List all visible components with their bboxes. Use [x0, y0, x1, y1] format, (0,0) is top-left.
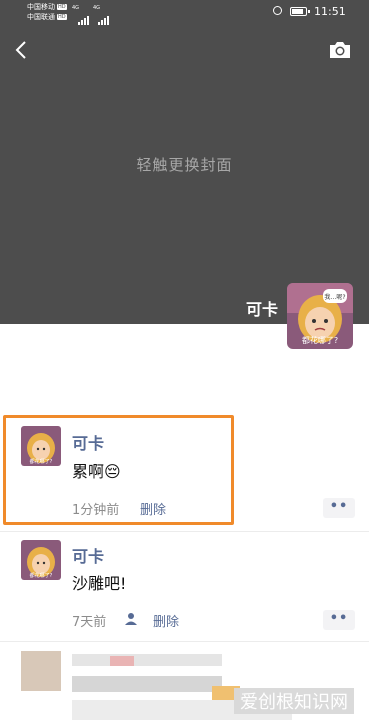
blurred-content: [110, 656, 134, 666]
blurred-content: [72, 676, 222, 692]
delete-link[interactable]: 删除: [140, 499, 166, 518]
carrier-1-label: 中国移动: [27, 3, 55, 11]
camera-icon[interactable]: [328, 40, 352, 60]
change-cover-hint[interactable]: 轻触更换封面: [0, 154, 369, 175]
more-options-button[interactable]: ••: [323, 610, 355, 630]
post-text-content: 累啊: [72, 462, 105, 481]
more-options-button[interactable]: ••: [323, 498, 355, 518]
cartoon-avatar-image: 都花哪了?: [21, 540, 61, 580]
battery-icon: [290, 7, 310, 16]
carrier-1: 中国移动 HD: [27, 3, 67, 11]
delete-link[interactable]: 删除: [153, 611, 179, 630]
post-avatar[interactable]: 都花哪了?: [21, 426, 61, 466]
post-avatar[interactable]: 都花哪了?: [21, 540, 61, 580]
signal-icon: [78, 6, 90, 25]
avatar-caption: 都花哪了?: [30, 458, 53, 465]
divider: [0, 641, 369, 642]
blurred-content: [72, 654, 222, 666]
post-username[interactable]: 可卡: [72, 543, 104, 567]
post-text: 累啊😔: [72, 458, 121, 482]
status-bar: 中国移动 HD 中国联通 HD 4G 4G 11:51: [0, 0, 369, 26]
profile-avatar[interactable]: 我…呢? 都花哪了?: [287, 283, 353, 349]
signal-icon-2: [98, 6, 110, 25]
friends-visibility-icon[interactable]: [124, 612, 140, 626]
post-time: 1分钟前: [72, 503, 120, 518]
clock: 11:51: [314, 5, 346, 18]
watermark-text: 爱创根知识网: [234, 688, 354, 714]
cartoon-avatar-image: 我…呢? 都花哪了?: [287, 283, 353, 349]
avatar-caption-bottom: 都花哪了?: [302, 335, 338, 345]
carrier-2: 中国联通 HD: [27, 13, 67, 21]
alarm-icon: [273, 6, 282, 15]
hd-badge: HD: [57, 4, 67, 10]
avatar-caption-top: 我…呢?: [324, 293, 345, 301]
cover-image[interactable]: 轻触更换封面 可卡 我…呢? 都花哪了?: [0, 26, 369, 349]
divider: [0, 531, 369, 532]
profile-name[interactable]: 可卡: [246, 296, 278, 320]
post-time: 7天前: [72, 615, 107, 630]
post-username[interactable]: 可卡: [72, 430, 104, 454]
cartoon-avatar-image: 都花哪了?: [21, 426, 61, 466]
carrier-2-label: 中国联通: [27, 13, 55, 21]
hd-badge: HD: [57, 14, 67, 20]
back-arrow-icon[interactable]: [10, 38, 34, 62]
pensive-emoji-icon: 😔: [104, 462, 121, 481]
blurred-avatar: [21, 651, 61, 691]
post-text: 沙雕吧!: [72, 574, 127, 593]
avatar-caption: 都花哪了?: [30, 572, 53, 579]
